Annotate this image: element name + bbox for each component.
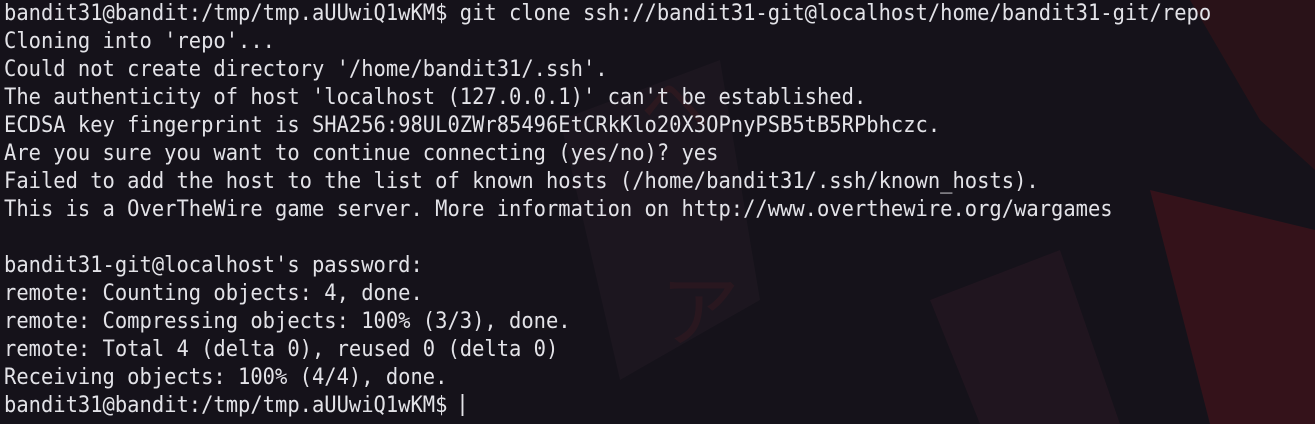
text-cursor (461, 394, 464, 416)
terminal-line-banner: This is a OverTheWire game server. More … (4, 197, 1113, 222)
shell-prompt: bandit31@bandit:/tmp/tmp.aUUwiQ1wKM$ (4, 393, 460, 418)
terminal-line-receiving: Receiving objects: 100% (4/4), done. (4, 365, 448, 390)
terminal-line-clone-command: bandit31@bandit:/tmp/tmp.aUUwiQ1wKM$ git… (4, 1, 1212, 26)
terminal-line-total: remote: Total 4 (delta 0), reused 0 (del… (4, 337, 559, 362)
terminal-line-known-hosts-fail: Failed to add the host to the list of kn… (4, 169, 1039, 194)
terminal-prompt-line[interactable]: bandit31@bandit:/tmp/tmp.aUUwiQ1wKM$ (4, 392, 1223, 420)
terminal-output[interactable]: bandit31@bandit:/tmp/tmp.aUUwiQ1wKM$ git… (0, 0, 1315, 424)
terminal-line-compressing: remote: Compressing objects: 100% (3/3),… (4, 309, 571, 334)
terminal-line-confirm: Are you sure you want to continue connec… (4, 141, 719, 166)
terminal-line-authenticity: The authenticity of host 'localhost (127… (4, 85, 867, 110)
terminal-line-ssh-dir-error: Could not create directory '/home/bandit… (4, 57, 608, 82)
terminal-line-cloning: Cloning into 'repo'... (4, 29, 276, 54)
terminal-line-password-prompt: bandit31-git@localhost's password: (4, 253, 423, 278)
terminal-line-counting: remote: Counting objects: 4, done. (4, 281, 423, 306)
terminal-line-fingerprint: ECDSA key fingerprint is SHA256:98UL0ZWr… (4, 113, 941, 138)
